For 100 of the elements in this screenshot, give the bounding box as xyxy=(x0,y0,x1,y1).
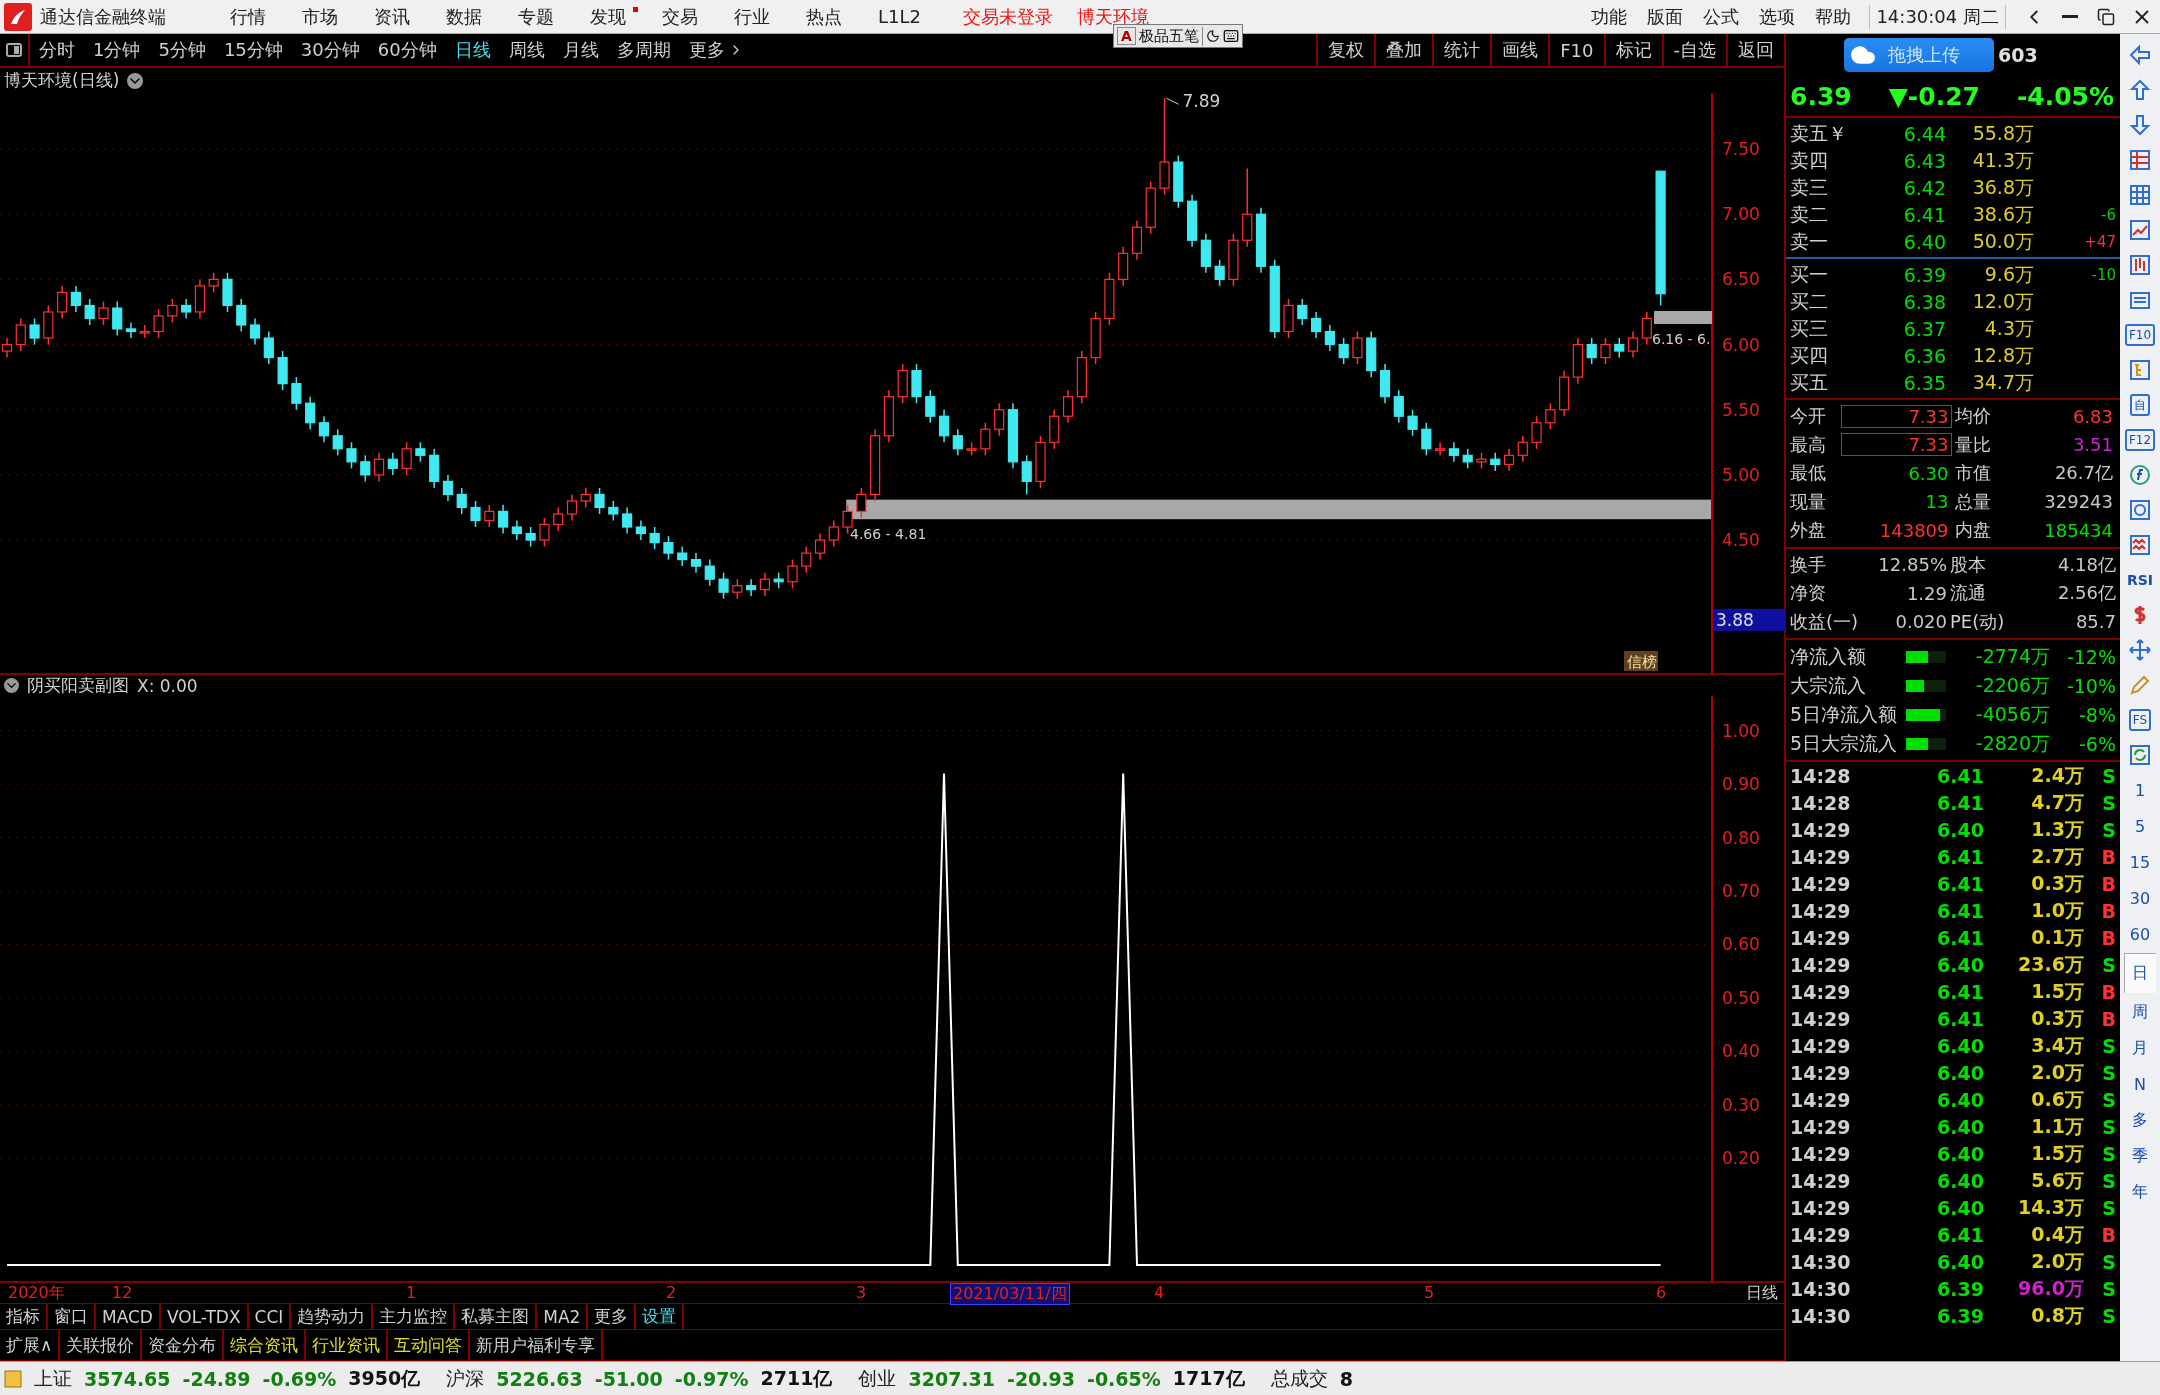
menu-item[interactable]: 行情 xyxy=(212,4,284,29)
candlestick xyxy=(1517,435,1528,463)
indicator-tab[interactable]: 趋势动力 xyxy=(291,1304,374,1329)
tick-side: B xyxy=(2100,845,2116,868)
input-method-name[interactable]: 极品五笔 xyxy=(1138,26,1203,46)
toolbar-button[interactable]: RSI xyxy=(2124,563,2156,596)
order-price: 6.37 xyxy=(1902,317,1946,340)
period-tab[interactable]: 30分钟 xyxy=(291,38,369,62)
candlestick xyxy=(497,504,509,535)
menu-item[interactable]: 功能 xyxy=(1581,4,1638,29)
indicator-tab[interactable]: 更多 xyxy=(588,1304,637,1329)
candlestick xyxy=(883,389,894,444)
menu-item[interactable]: 帮助 xyxy=(1805,4,1862,29)
candlestick xyxy=(1462,448,1473,470)
period-button[interactable]: N xyxy=(2124,1067,2156,1101)
candlestick xyxy=(484,504,495,528)
index-change: -51.00 xyxy=(594,1367,663,1390)
tool-button[interactable]: 统计 xyxy=(1432,33,1491,67)
period-button[interactable]: 5 xyxy=(2124,809,2156,843)
tool-button[interactable]: 标记 xyxy=(1603,33,1662,67)
tick-price: 6.41 xyxy=(1936,1223,1984,1246)
menu-item[interactable]: L1L2 xyxy=(860,6,939,27)
menu-item[interactable]: 资讯 xyxy=(356,4,428,29)
indicator-tab[interactable]: 窗口 xyxy=(48,1304,96,1329)
candlestick xyxy=(553,506,564,532)
period-button[interactable]: 月 xyxy=(2124,1031,2156,1065)
menu-item[interactable]: 市场 xyxy=(284,4,356,29)
dropdown-icon[interactable] xyxy=(4,678,19,693)
period-tab[interactable]: 周线 xyxy=(499,38,554,62)
indicator-tab[interactable]: MA2 xyxy=(537,1304,589,1329)
tick-time: 14:29 xyxy=(1790,1007,1852,1030)
candlestick xyxy=(373,452,385,483)
tool-button[interactable]: F10 xyxy=(1548,33,1604,67)
menu-item[interactable]: 行业 xyxy=(716,4,788,29)
period-button[interactable]: 年 xyxy=(2124,1175,2156,1209)
tool-button[interactable]: -自选 xyxy=(1661,33,1726,67)
candlestick xyxy=(1476,452,1487,470)
moon-icon[interactable] xyxy=(1205,29,1220,43)
indicator-tab[interactable]: VOL-TDX xyxy=(160,1304,249,1329)
tick-side: S xyxy=(2101,1034,2116,1057)
tick-side: S xyxy=(2101,1196,2116,1219)
period-tab[interactable]: 60分钟 xyxy=(368,38,446,62)
keyboard-icon[interactable] xyxy=(1222,28,1239,44)
candlestick xyxy=(1131,220,1143,261)
dropdown-icon[interactable] xyxy=(127,72,144,89)
tool-button[interactable]: 画线 xyxy=(1490,33,1549,67)
candlestick xyxy=(1311,311,1322,339)
tick-volume: 4.7万 xyxy=(2030,789,2084,815)
candlestick xyxy=(125,321,137,339)
menu-item[interactable]: 热点 xyxy=(788,4,860,29)
indicator-tab[interactable]: MACD xyxy=(96,1304,161,1329)
period-button[interactable]: 周 xyxy=(2124,995,2156,1029)
menu-item[interactable]: 专题 xyxy=(500,4,572,29)
index-percent: -0.97% xyxy=(674,1367,749,1390)
toolbar-button[interactable]: 自 xyxy=(2124,388,2156,421)
app-logo xyxy=(4,2,32,31)
indicator-tab[interactable]: 私募主图 xyxy=(455,1304,538,1329)
candlestick xyxy=(1435,441,1446,457)
period-button[interactable]: 日 xyxy=(2124,953,2156,993)
period-tab[interactable]: 15分钟 xyxy=(214,38,292,62)
menu-item[interactable]: 发现 xyxy=(572,4,644,29)
input-mode-label[interactable]: A xyxy=(1117,27,1136,45)
candlestick xyxy=(980,422,991,457)
period-tab[interactable]: 月线 xyxy=(553,38,608,62)
period-tab[interactable]: 日线 xyxy=(445,38,500,62)
tick-volume: 96.0万 xyxy=(2017,1275,2084,1301)
period-tab[interactable]: 更多 xyxy=(679,38,753,62)
candlestick xyxy=(429,448,440,489)
stat-label: 现量 xyxy=(1790,489,1827,514)
axis-label: 5.50 xyxy=(1722,399,1760,420)
indicator-tab[interactable]: 主力监控 xyxy=(373,1304,456,1329)
tool-button[interactable]: 叠加 xyxy=(1374,33,1433,67)
period-button[interactable]: 1 xyxy=(2124,773,2156,807)
indicator-tab[interactable]: 指标 xyxy=(0,1304,48,1329)
indicator-tab[interactable]: 设置 xyxy=(636,1304,685,1329)
period-tab[interactable]: 5分钟 xyxy=(149,38,215,62)
menu-item[interactable]: 数据 xyxy=(428,4,500,29)
order-volume: 38.6万 xyxy=(1971,201,2034,227)
panel-toggle-icon[interactable] xyxy=(6,43,22,57)
period-tab[interactable]: 多周期 xyxy=(607,38,680,62)
menu-item[interactable]: 公式 xyxy=(1693,4,1750,29)
period-button[interactable]: 30 xyxy=(2124,881,2156,915)
period-tab[interactable]: 1分钟 xyxy=(84,38,150,62)
candlestick xyxy=(856,487,867,519)
period-button[interactable]: 60 xyxy=(2124,917,2156,951)
tool-button[interactable]: 返回 xyxy=(1726,33,1784,67)
tick-price: 6.40 xyxy=(1936,1250,1984,1273)
tool-button[interactable]: 复权 xyxy=(1316,33,1375,67)
menu-item[interactable]: 交易 xyxy=(644,4,716,29)
period-button[interactable]: 季 xyxy=(2124,1139,2156,1173)
tick-price: 6.40 xyxy=(1936,953,1984,976)
period-button[interactable]: 多 xyxy=(2124,1103,2156,1137)
tick-price: 6.40 xyxy=(1936,818,1984,841)
menu-item[interactable]: 版面 xyxy=(1637,4,1694,29)
order-level-label: 卖三 xyxy=(1790,174,1829,200)
period-button[interactable]: 15 xyxy=(2124,845,2156,879)
period-tab[interactable]: 分时 xyxy=(30,38,84,62)
menu-item[interactable]: 选项 xyxy=(1749,4,1806,29)
order-price: 6.41 xyxy=(1902,203,1946,226)
indicator-tab[interactable]: CCI xyxy=(248,1304,292,1329)
